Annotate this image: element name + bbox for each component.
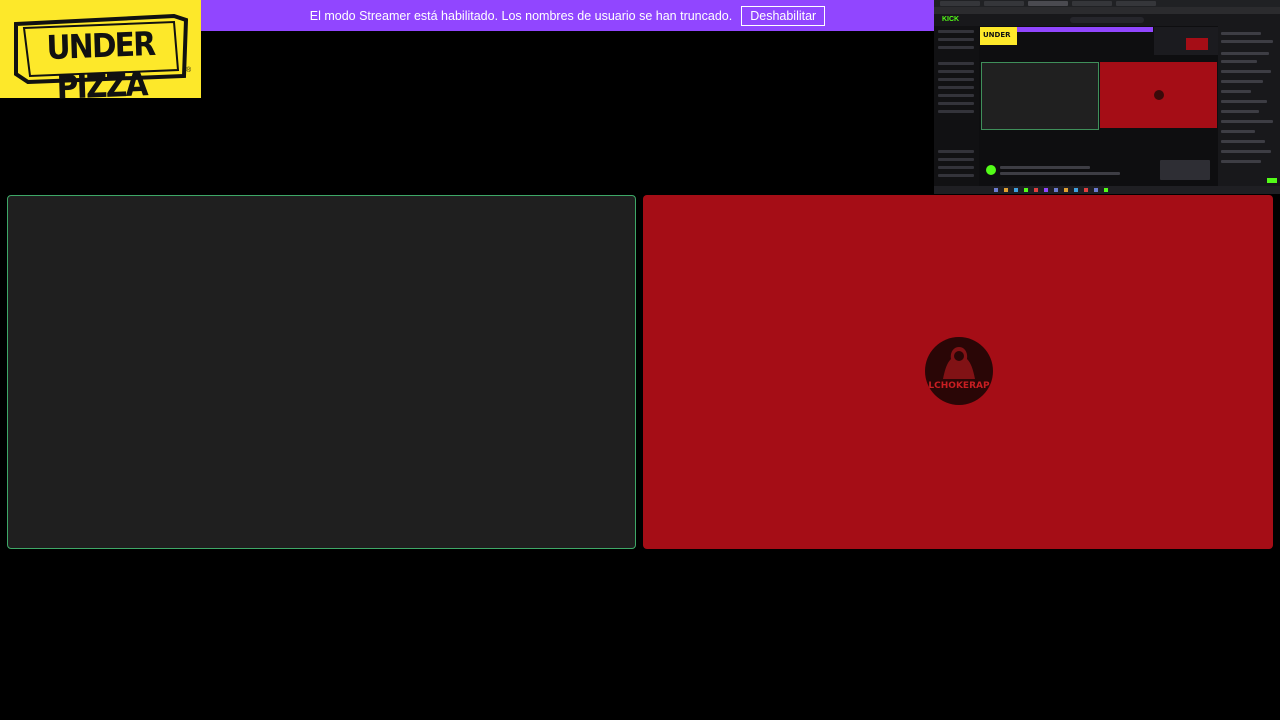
preview-sidebar — [934, 26, 979, 186]
logo-text: UNDER PIZZA — [45, 23, 155, 107]
preview-info-line — [1000, 172, 1120, 175]
preview-nested-red-panel — [1186, 38, 1208, 50]
underpizza-logo: UNDER PIZZA ® — [0, 0, 201, 107]
preview-tab — [1072, 1, 1112, 6]
preview-chat-line — [1221, 80, 1263, 83]
preview-streamer-avatar-icon — [986, 165, 996, 175]
preview-taskbar-icon — [1014, 188, 1018, 192]
avatar-label: LCHOKERAP — [928, 381, 990, 391]
preview-site-logo: KICK — [942, 16, 960, 23]
channel-avatar-icon: LCHOKERAP — [925, 337, 993, 405]
preview-sidebar-item — [938, 62, 974, 65]
preview-chat-line — [1221, 160, 1261, 163]
preview-chat-line — [1221, 120, 1273, 123]
preview-tab — [984, 1, 1024, 6]
preview-chat-line — [1221, 140, 1265, 143]
preview-taskbar-icon — [1024, 188, 1028, 192]
preview-sidebar-item — [938, 46, 974, 49]
preview-sidebar-item — [938, 158, 974, 161]
preview-taskbar-icon — [1054, 188, 1058, 192]
preview-underpizza-logo: UNDER — [980, 27, 1017, 45]
preview-streamer-banner — [1017, 27, 1153, 32]
preview-taskbar-icon — [1034, 188, 1038, 192]
streamer-mode-banner: El modo Streamer está habilitado. Los no… — [201, 0, 934, 31]
preview-info-line — [1000, 166, 1090, 169]
preview-chat-line — [1221, 40, 1273, 43]
streamer-mode-message: El modo Streamer está habilitado. Los no… — [309, 8, 733, 23]
preview-sidebar-item — [938, 86, 974, 89]
preview-taskbar-icon — [1084, 188, 1088, 192]
preview-sidebar-item — [938, 110, 974, 113]
preview-tab — [1116, 1, 1156, 6]
preview-sidebar-item — [938, 150, 974, 153]
preview-chat-line — [1221, 90, 1251, 93]
preview-search-bar — [1070, 17, 1144, 23]
preview-tab — [940, 1, 980, 6]
preview-sidebar-item — [938, 102, 974, 105]
preview-chat-line — [1221, 130, 1255, 133]
preview-taskbar-icon — [1094, 188, 1098, 192]
preview-chat-line — [1221, 150, 1271, 153]
preview-sidebar-item — [938, 70, 974, 73]
preview-chat-line — [1221, 60, 1257, 63]
right-video-panel: LCHOKERAP — [643, 195, 1273, 549]
preview-chat-line — [1221, 110, 1259, 113]
preview-chat-line — [1221, 52, 1269, 55]
preview-tab — [1028, 1, 1068, 6]
preview-taskbar-icon — [994, 188, 998, 192]
preview-sidebar-item — [938, 78, 974, 81]
preview-sidebar-item — [938, 174, 974, 177]
preview-taskbar-icon — [1044, 188, 1048, 192]
preview-left-panel — [981, 62, 1099, 130]
preview-chat-line — [1221, 70, 1271, 73]
preview-chat-line — [1221, 32, 1261, 35]
preview-avatar-icon — [1154, 90, 1164, 100]
disable-streamer-mode-button[interactable]: Deshabilitar — [741, 5, 826, 26]
preview-taskbar-icon — [1074, 188, 1078, 192]
preview-sidebar-item — [938, 30, 974, 33]
preview-sidebar-item — [938, 38, 974, 41]
preview-taskbar-icon — [1064, 188, 1068, 192]
preview-taskbar-icon — [1104, 188, 1108, 192]
screen-preview-thumbnail: KICK UNDER — [934, 0, 1280, 194]
preview-chat-line — [1221, 100, 1267, 103]
preview-sidebar-item — [938, 94, 974, 97]
preview-sidebar-item — [938, 166, 974, 169]
preview-logo-text: UNDER — [983, 31, 1011, 39]
logo-registered-mark: ® — [186, 67, 192, 74]
left-video-panel — [7, 195, 636, 549]
preview-address-bar — [934, 7, 1280, 14]
preview-taskbar-icon — [1004, 188, 1008, 192]
avatar-silhouette-icon — [943, 347, 975, 379]
preview-chat-send-button — [1267, 178, 1277, 183]
preview-popup — [1160, 160, 1210, 180]
